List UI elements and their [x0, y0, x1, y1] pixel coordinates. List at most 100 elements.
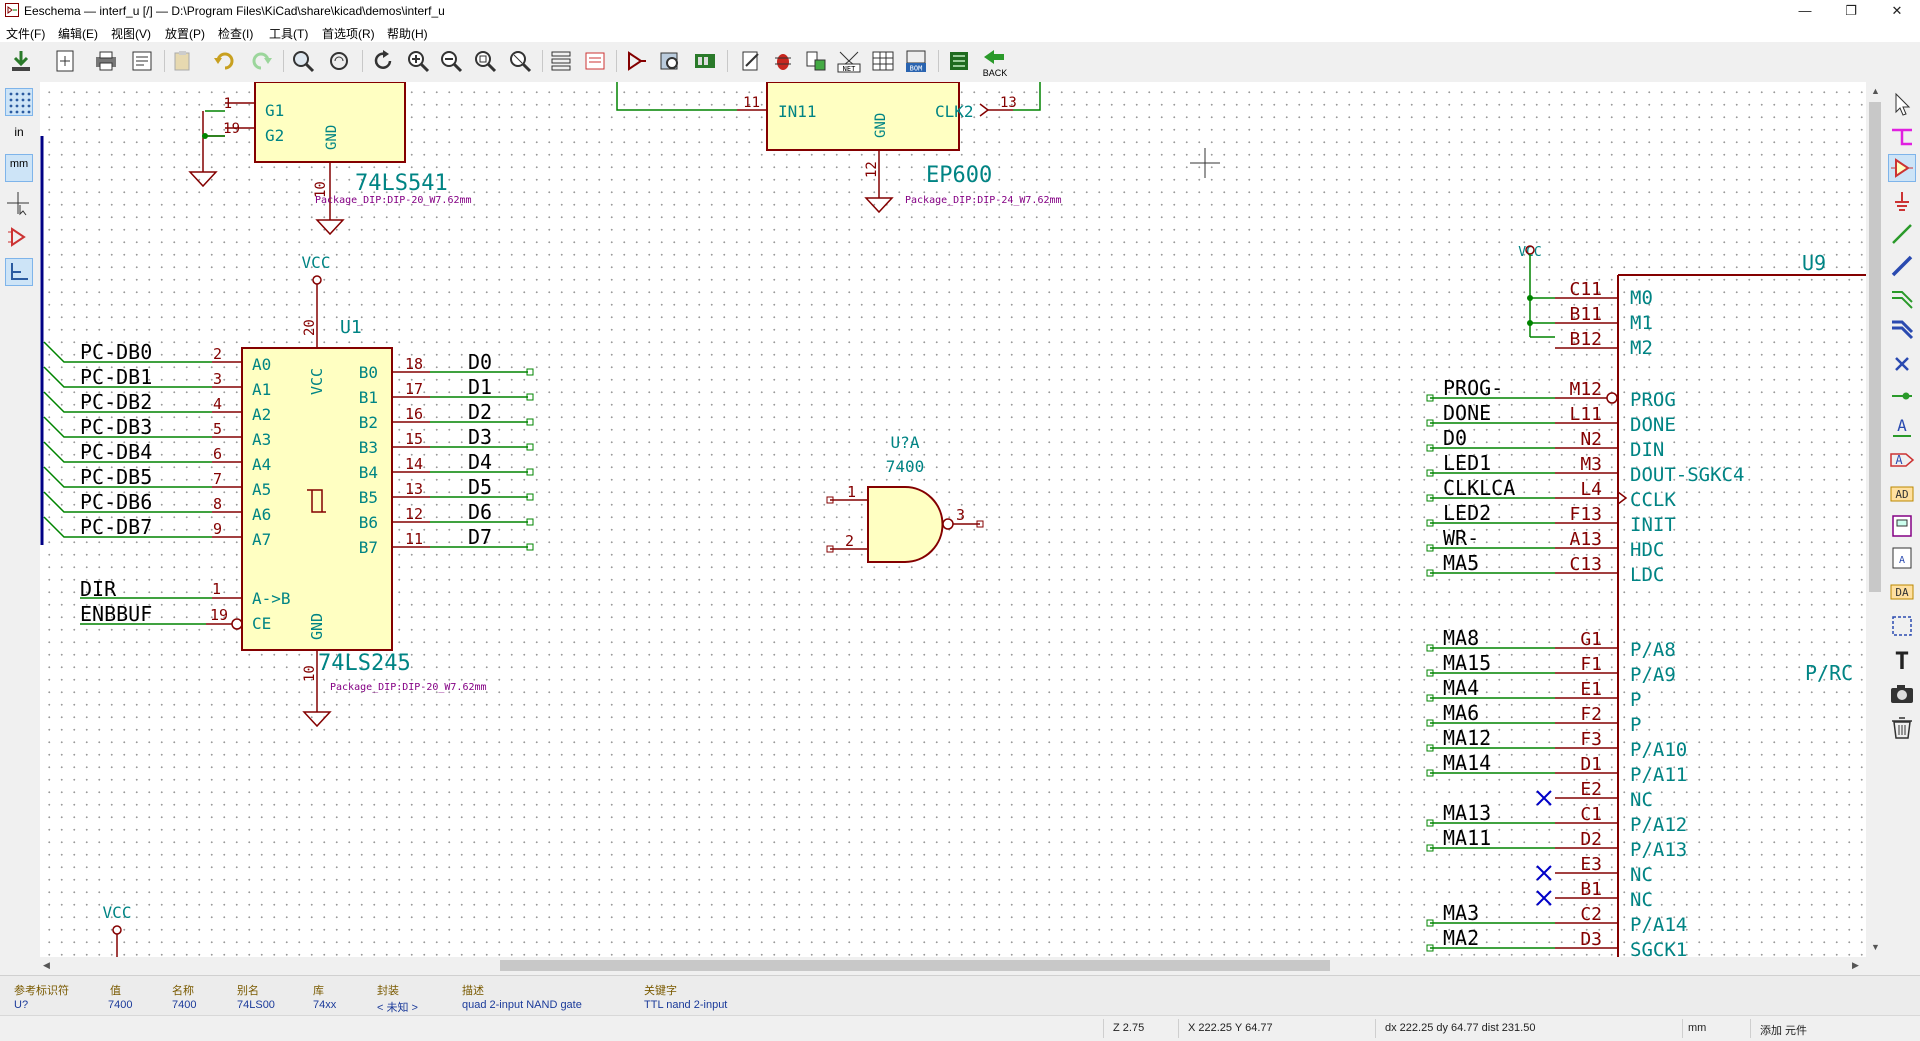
net-label-dir[interactable]: DIR — [80, 577, 117, 601]
horizontal-scroll-thumb[interactable] — [500, 960, 1330, 971]
find-icon[interactable] — [290, 48, 316, 74]
menu-view[interactable]: 视图(V) — [111, 25, 151, 42]
u9-address-pins[interactable]: MA8 G1 P/A8 MA15 F1 P/A9 MA4 E1 P MA6 F2 P MA12 F3 P/A… — [1426, 626, 1687, 957]
scroll-up-icon[interactable]: ▲ — [1871, 86, 1880, 96]
add-net-label-icon[interactable]: A — [1888, 414, 1916, 442]
add-hier-sheet-icon[interactable] — [1888, 512, 1916, 540]
power-vcc-bottom[interactable]: VCC — [103, 903, 132, 957]
back-arrow-icon — [984, 50, 1004, 64]
scroll-right-icon[interactable]: ▶ — [1852, 960, 1859, 971]
scroll-down-icon[interactable]: ▼ — [1871, 942, 1880, 952]
add-graphic-line-icon[interactable] — [1888, 612, 1916, 640]
component-ep600[interactable]: 11 IN11 GND 12 CLK2 13 EP600 Package_DIP… — [616, 82, 1062, 214]
schematic-drawing[interactable]: 1 G1 19 G2 GND 10 74LS541 Package_DIP:DI… — [40, 82, 1866, 957]
status-cursor-xy: X 222.25 Y 64.77 — [1188, 1022, 1273, 1034]
bom-icon[interactable]: BOM — [903, 48, 929, 74]
menu-help[interactable]: 帮助(H) — [387, 25, 428, 42]
net-label: MA15 — [1443, 651, 1491, 675]
add-hier-label-icon[interactable]: AD — [1888, 480, 1916, 508]
menu-place[interactable]: 放置(P) — [165, 25, 205, 42]
u9-config-pins[interactable]: PROG- M12 PROGDONE L11 DONED0 N2 DINLED1 M3 DOUT… — [1426, 376, 1744, 586]
redo-icon[interactable] — [248, 48, 274, 74]
library-browser-icon[interactable] — [657, 48, 683, 74]
component-footprint: Package_DIP:DIP-20_W7.62mm — [315, 195, 472, 206]
cursor-shape-button[interactable] — [5, 190, 33, 218]
grid-icon — [9, 92, 31, 114]
annotate-icon[interactable] — [692, 48, 718, 74]
zoom-out-icon[interactable] — [438, 48, 464, 74]
zoom-selection-icon[interactable] — [507, 48, 533, 74]
component-ref: U?A — [891, 433, 920, 452]
menu-tools[interactable]: 工具(T) — [269, 25, 308, 42]
hidden-pins-icon — [8, 227, 26, 247]
menu-inspect[interactable]: 检查(I) — [218, 25, 253, 42]
minimize-button[interactable]: — — [1782, 0, 1828, 22]
pin-number: N2 — [1580, 429, 1602, 450]
vertical-scrollbar[interactable]: ▲ ▼ — [1866, 82, 1884, 957]
component-nand-7400[interactable]: U?A 7400 1 2 3 — [826, 433, 984, 563]
u9-mode-pins[interactable]: C11 M0 B11 M1 B12 M2 — [1555, 279, 1653, 359]
erc-icon[interactable] — [738, 48, 764, 74]
menu-preferences[interactable]: 首选项(R) — [322, 25, 375, 42]
highlight-net-icon[interactable] — [1888, 122, 1916, 150]
back-button[interactable]: BACK — [980, 48, 1010, 78]
fields-editor-icon[interactable] — [870, 48, 896, 74]
component-74ls541[interactable]: 1 G1 19 G2 GND 10 74LS541 Package_DIP:DI… — [188, 82, 472, 236]
clock-pin-marker — [1617, 491, 1628, 505]
menu-file[interactable]: 文件(F) — [6, 25, 45, 42]
ortho-mode-button[interactable] — [5, 258, 33, 286]
undo-icon[interactable] — [212, 48, 238, 74]
pcbnew-icon[interactable] — [946, 48, 972, 74]
add-image-icon[interactable] — [1888, 680, 1916, 708]
add-symbol-button[interactable] — [1888, 154, 1916, 182]
add-power-icon[interactable] — [1888, 188, 1916, 216]
schematic-canvas[interactable]: 1 G1 19 G2 GND 10 74LS541 Package_DIP:DI… — [40, 82, 1866, 957]
plot-icon[interactable] — [129, 48, 155, 74]
svg-text:T: T — [1895, 647, 1909, 674]
grid-toggle-button[interactable] — [5, 88, 33, 116]
add-text-icon[interactable]: T — [1888, 646, 1916, 674]
u1-left-pins[interactable]: PC-DB0 2 A0 PC-DB1 3 A1 PC-DB2 4 A2 PC-DB3 5 A3 PC-D… — [43, 340, 271, 549]
add-no-connect-icon[interactable] — [1888, 350, 1916, 378]
add-junction-icon[interactable] — [1888, 382, 1916, 410]
refresh-icon[interactable] — [370, 48, 396, 74]
net-label-enbbuf[interactable]: ENBBUF — [80, 602, 152, 626]
symbol-editor-icon[interactable] — [623, 48, 649, 74]
netlist-icon[interactable]: NET — [836, 48, 862, 74]
select-arrow-icon[interactable] — [1888, 90, 1916, 118]
show-hidden-pins-button[interactable] — [5, 224, 33, 252]
close-button[interactable]: ✕ — [1874, 0, 1920, 22]
component-u9[interactable]: VCC U9 P/RC C11 M0B11 M1B12 M2 PROG- M12 PROG… — [1426, 245, 1866, 957]
add-wire-icon[interactable] — [1888, 220, 1916, 248]
page-settings-icon[interactable] — [52, 48, 78, 74]
paste-icon[interactable] — [170, 48, 196, 74]
find-replace-icon[interactable] — [326, 48, 352, 74]
assign-footprints-icon[interactable] — [803, 48, 829, 74]
units-inch-button[interactable]: in — [5, 122, 33, 150]
units-mm-button[interactable]: mm — [5, 154, 33, 182]
leave-sheet-icon[interactable] — [582, 48, 608, 74]
restore-button[interactable]: ❐ — [1828, 0, 1874, 22]
menu-edit[interactable]: 编辑(E) — [58, 25, 98, 42]
pin-number: A13 — [1569, 529, 1602, 550]
bug-icon[interactable] — [770, 48, 796, 74]
add-sheet-pin-icon[interactable]: DA — [1888, 578, 1916, 606]
add-wire-bus-entry-icon[interactable] — [1888, 284, 1916, 312]
import-sheet-pin-icon[interactable]: A — [1888, 544, 1916, 572]
pin-number: 14 — [405, 455, 423, 473]
save-icon[interactable] — [8, 48, 34, 74]
component-u1-74ls245[interactable]: VCC 20 U1 VCC GND 10 74LS245 Package_DIP… — [43, 253, 534, 728]
horizontal-scrollbar[interactable]: ◀ ▶ — [40, 957, 1866, 974]
pin-name: A5 — [252, 480, 271, 499]
zoom-in-icon[interactable] — [405, 48, 431, 74]
zoom-fit-icon[interactable] — [472, 48, 498, 74]
vertical-scroll-thumb[interactable] — [1869, 102, 1881, 592]
scroll-left-icon[interactable]: ◀ — [43, 960, 50, 971]
delete-icon[interactable] — [1888, 714, 1916, 742]
add-global-label-icon[interactable]: A — [1888, 446, 1916, 474]
add-bus-bus-entry-icon[interactable] — [1888, 316, 1916, 344]
print-icon[interactable] — [93, 48, 119, 74]
hierarchy-navigator-icon[interactable] — [548, 48, 574, 74]
pin-number: B1 — [1580, 879, 1602, 900]
add-bus-icon[interactable] — [1888, 252, 1916, 280]
